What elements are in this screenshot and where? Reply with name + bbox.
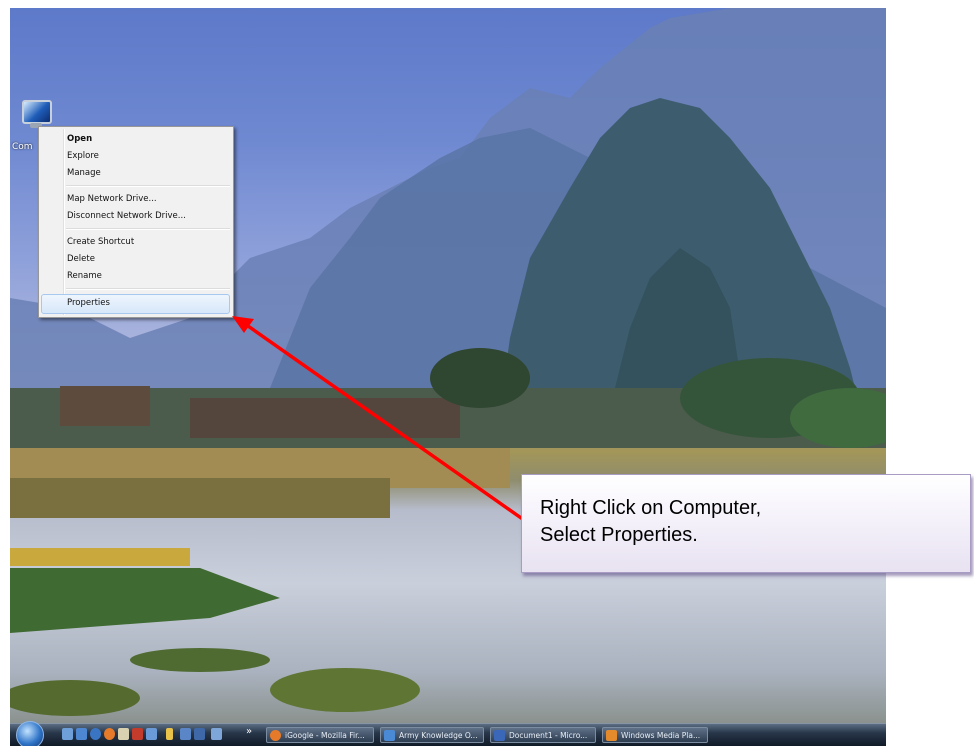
- wallpaper-landscape: [10, 8, 886, 716]
- quicklaunch-pdf-icon[interactable]: [132, 728, 143, 740]
- callout-text: Right Click on Computer, Select Properti…: [540, 495, 761, 549]
- word-icon: [494, 730, 505, 741]
- context-menu: Open Explore Manage Map Network Drive...…: [38, 126, 234, 318]
- quicklaunch-firefox-icon[interactable]: [104, 728, 115, 740]
- computer-icon-label: Com: [12, 142, 33, 152]
- menu-separator: [66, 228, 230, 230]
- menu-separator: [66, 185, 230, 187]
- desktop-wallpaper: Com » iGoogle - Mozilla Fir... Army Know…: [10, 8, 886, 746]
- menu-item-create-shortcut[interactable]: Create Shortcut: [67, 234, 134, 250]
- start-orb-icon[interactable]: [16, 721, 44, 746]
- callout-line-1: Right Click on Computer,: [540, 497, 762, 519]
- callout-line-2: Select Properties.: [540, 524, 698, 546]
- taskbar-button-army-knowledge[interactable]: Army Knowledge O...: [380, 727, 484, 743]
- menu-item-map-network-drive[interactable]: Map Network Drive...: [67, 191, 157, 207]
- taskbar-button-media-player[interactable]: Windows Media Pla...: [602, 727, 708, 743]
- menu-item-rename[interactable]: Rename: [67, 268, 102, 284]
- menu-gutter: [63, 129, 65, 315]
- taskbar-button-firefox[interactable]: iGoogle - Mozilla Fir...: [266, 727, 374, 743]
- instruction-callout: Right Click on Computer, Select Properti…: [521, 474, 971, 573]
- firefox-icon: [270, 730, 281, 741]
- media-player-icon: [606, 730, 617, 741]
- quicklaunch-folder-icon[interactable]: [166, 728, 173, 740]
- quicklaunch-app-icon[interactable]: [118, 728, 129, 740]
- quicklaunch-desktop-icon[interactable]: [62, 728, 73, 740]
- quicklaunch-window2-icon[interactable]: [211, 728, 222, 740]
- quicklaunch-more-chevron[interactable]: »: [246, 726, 252, 737]
- taskbar: » iGoogle - Mozilla Fir... Army Knowledg…: [10, 721, 886, 746]
- menu-separator: [66, 288, 230, 290]
- quicklaunch-network-icon[interactable]: [194, 728, 205, 740]
- menu-item-open[interactable]: Open: [67, 131, 92, 147]
- browser-icon: [384, 730, 395, 741]
- menu-item-disconnect-network-drive[interactable]: Disconnect Network Drive...: [67, 208, 186, 224]
- menu-item-manage[interactable]: Manage: [67, 165, 101, 181]
- quicklaunch-explorer-icon[interactable]: [76, 728, 87, 740]
- quicklaunch-explorer2-icon[interactable]: [180, 728, 191, 740]
- menu-item-properties[interactable]: Properties: [67, 295, 110, 311]
- taskbar-button-word-document[interactable]: Document1 - Micro...: [490, 727, 596, 743]
- quicklaunch-ie-icon[interactable]: [90, 728, 101, 740]
- menu-item-explore[interactable]: Explore: [67, 148, 99, 164]
- menu-item-delete[interactable]: Delete: [67, 251, 95, 267]
- quicklaunch-window-icon[interactable]: [146, 728, 157, 740]
